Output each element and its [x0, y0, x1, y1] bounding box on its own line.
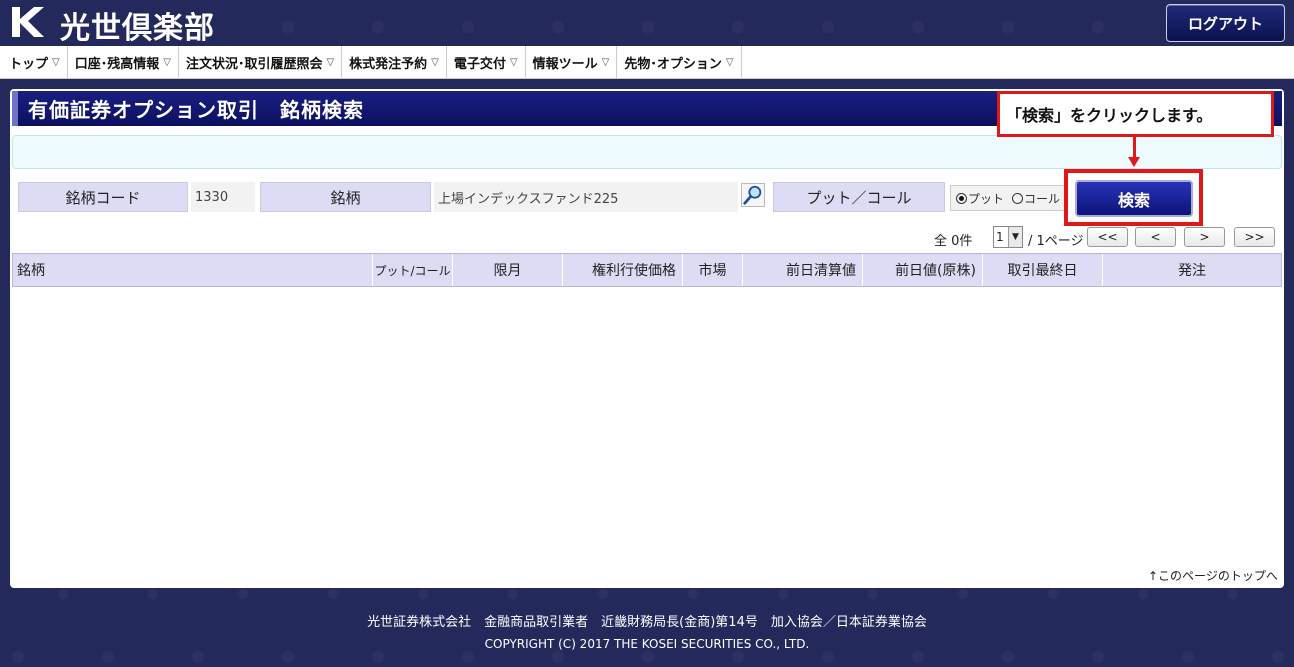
code-value: 1330 [191, 182, 255, 212]
put-radio[interactable]: プット [956, 190, 1004, 207]
footer-company-info: 光世証券株式会社 金融商品取引業者 近畿財務局長(金商)第14号 加入協会／日本… [367, 615, 927, 630]
logout-button[interactable]: ログアウト [1166, 4, 1285, 42]
col-header-underlying: 前日値(原株) [863, 254, 983, 286]
nav-item-label: 口座･残高情報 [74, 57, 160, 72]
col-header-market: 市場 [683, 254, 743, 286]
putcall-radio-group: プット コール [950, 185, 1066, 211]
total-count: 全 0件 [934, 234, 973, 249]
nav-item-reservation[interactable]: 株式発注予約 ▽ [342, 46, 447, 79]
col-header-name: 銘柄 [13, 254, 373, 286]
nav-item-label: 情報ツール [532, 57, 598, 72]
instruction-callout: 「検索」をクリックします。 [997, 91, 1274, 137]
col-header-last-day: 取引最終日 [983, 254, 1103, 286]
col-header-strike: 権利行使価格 [563, 254, 683, 286]
arrow-head-icon [1128, 157, 1140, 167]
name-label: 銘柄 [260, 182, 431, 212]
chevron-down-icon: ▽ [326, 57, 335, 68]
nav-item-futures-options[interactable]: 先物･オプション ▽ [617, 46, 742, 79]
nav-item-e-delivery[interactable]: 電子交付 ▽ [447, 46, 526, 79]
arrow-down-icon [1133, 137, 1136, 159]
back-to-top-link[interactable]: ↑このページのトップへ [1148, 567, 1278, 584]
highlight-box [1064, 169, 1203, 226]
last-page-button[interactable]: >> [1234, 227, 1275, 247]
page-select[interactable]: 1 ▼ [993, 226, 1023, 248]
chevron-down-icon: ▽ [52, 57, 60, 68]
code-label: 銘柄コード [18, 182, 188, 212]
nav-item-account[interactable]: 口座･残高情報 ▽ [68, 46, 179, 79]
nav-item-label: 先物･オプション [624, 57, 722, 72]
nav-item-info-tools[interactable]: 情報ツール ▽ [526, 46, 618, 79]
nav-item-label: 株式発注予約 [349, 57, 428, 72]
chevron-down-icon: ▽ [509, 57, 518, 68]
footer-copyright: COPYRIGHT (C) 2017 THE KOSEI SECURITIES … [484, 637, 810, 651]
nav-item-label: 電子交付 [453, 57, 506, 72]
chevron-down-icon: ▽ [163, 57, 171, 68]
nav-item-orders[interactable]: 注文状況･取引履歴照会 ▽ [179, 46, 343, 79]
chevron-down-icon: ▽ [431, 57, 439, 68]
call-radio-label: コール [1024, 191, 1061, 206]
nav-item-top[interactable]: トップ ▽ [2, 46, 68, 79]
nav-item-label: 注文状況･取引履歴照会 [185, 57, 323, 72]
kosei-logo-icon [12, 7, 44, 37]
col-header-putcall: プット/コール [373, 254, 453, 286]
putcall-label: プット／コール [773, 182, 945, 212]
col-header-settlement: 前日清算値 [743, 254, 863, 286]
put-radio-label: プット [968, 191, 1005, 206]
chevron-down-icon: ▽ [725, 57, 734, 68]
col-header-month: 限月 [453, 254, 563, 286]
next-page-button[interactable]: > [1184, 227, 1225, 247]
col-header-order: 発注 [1178, 263, 1206, 279]
main-panel: 有価証券オプション取引 銘柄検索 銘柄コード 1330 銘柄 上場インデックスフ… [10, 89, 1284, 588]
results-table-header: 銘柄 プット/コール 限月 権利行使価格 市場 前日清算値 前日値(原株) 取引… [12, 253, 1282, 287]
call-radio[interactable]: コール [1012, 190, 1060, 207]
nav-item-label: トップ [9, 57, 49, 72]
page-select-value: 1 [996, 230, 1004, 244]
first-page-button[interactable]: << [1087, 227, 1128, 247]
chevron-down-icon: ▽ [601, 57, 610, 68]
page-count: / 1ページ [1028, 234, 1084, 249]
radio-unselected-icon [1012, 192, 1024, 204]
message-bar [12, 135, 1282, 169]
prev-page-button[interactable]: < [1135, 227, 1176, 247]
search-icon[interactable] [741, 183, 765, 207]
site-logo-text: 光世倶楽部 [60, 11, 215, 46]
main-nav: トップ ▽ 口座･残高情報 ▽ 注文状況･取引履歴照会 ▽ 株式発注予約 ▽ 電子交付 ▽… [0, 46, 1294, 79]
chevron-down-icon: ▼ [1008, 227, 1022, 247]
name-value: 上場インデックスファンド225 [434, 182, 738, 212]
radio-selected-icon [956, 192, 967, 204]
header: 光世倶楽部 ログアウト [0, 0, 1294, 46]
